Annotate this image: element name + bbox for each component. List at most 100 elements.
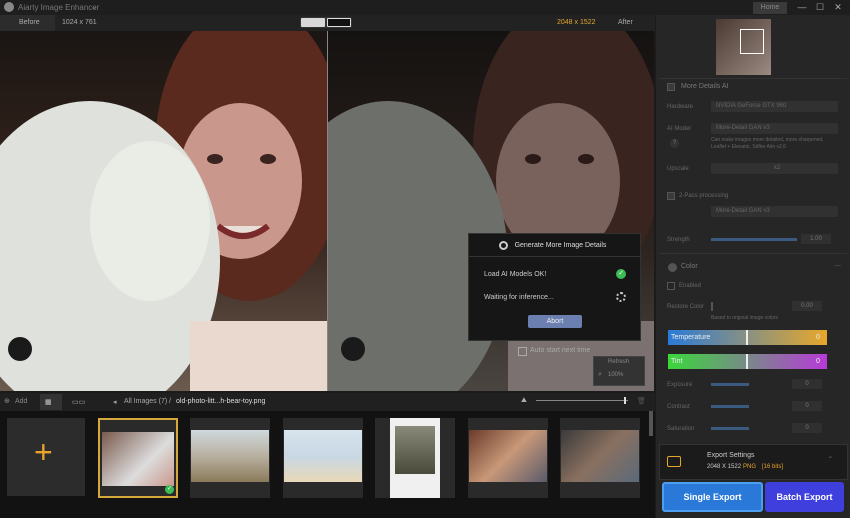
thumbnail-4[interactable]: [375, 418, 455, 498]
zoom-controls: Refresh ⌕ 100%: [593, 356, 645, 386]
export-settings-icon: [667, 456, 681, 467]
slider-handle[interactable]: [624, 397, 626, 404]
minimize-button[interactable]: —: [795, 1, 809, 14]
ai-model-select[interactable]: More-Detail GAN v3: [711, 123, 838, 134]
restore-color-value[interactable]: 0.00: [792, 301, 822, 311]
app-logo-icon: [4, 2, 14, 12]
before-label: Before: [19, 19, 40, 26]
export-settings-box[interactable]: Export Settings 2048 X 1522 PNG [16 bits…: [659, 444, 848, 480]
breadcrumb-separator: /: [169, 398, 171, 405]
model-description: Can make images more detailed, more shar…: [711, 137, 824, 150]
add-image-tile[interactable]: +: [7, 418, 85, 496]
color-title: Color: [681, 263, 698, 270]
hardware-select[interactable]: NVIDIA GeForce GTX 960: [711, 101, 838, 112]
tint-value: 0: [816, 358, 820, 365]
restore-color-label: Restore Color: [667, 304, 705, 310]
compare-divider[interactable]: [327, 31, 328, 391]
batch-export-button[interactable]: Batch Export: [765, 482, 844, 512]
check-icon: ✓: [165, 485, 174, 494]
contrast-value[interactable]: 0: [792, 401, 822, 411]
exposure-label: Exposure: [667, 382, 693, 388]
contrast-slider[interactable]: [711, 405, 749, 408]
two-pass-checkbox[interactable]: [667, 192, 675, 200]
two-pass-label: 2-Pass processing: [679, 193, 729, 199]
export-size: 2048 X 1522: [707, 464, 742, 470]
thumbnail-6[interactable]: [560, 418, 640, 498]
dialog-title: Generate More Image Details: [514, 242, 607, 249]
after-size: 2048 x 1522: [557, 19, 596, 26]
exposure-value[interactable]: 0: [792, 379, 822, 389]
chevron-up-icon[interactable]: ⌃: [827, 455, 834, 464]
zoom-level[interactable]: 100%: [608, 372, 623, 378]
temperature-handle[interactable]: [746, 330, 748, 345]
step-load-models: Load AI Models OK!: [484, 271, 547, 278]
view-mode-toggle[interactable]: [300, 17, 352, 28]
export-bits: [16 bits]: [762, 464, 784, 470]
side-by-side-icon[interactable]: [327, 18, 351, 27]
add-button[interactable]: Add: [15, 398, 27, 405]
close-button[interactable]: ✕: [831, 1, 845, 14]
auto-start-label: Auto start next time: [530, 347, 591, 354]
color-enabled-checkbox[interactable]: [667, 282, 675, 290]
export-format: PNG: [743, 464, 757, 470]
contrast-label: Contrast: [667, 404, 690, 410]
more-details-title: More Details AI: [681, 83, 729, 90]
add-icon[interactable]: ⊕: [4, 397, 10, 405]
single-export-button[interactable]: Single Export: [662, 482, 763, 512]
compare-view-icon[interactable]: ▭▭: [72, 398, 85, 406]
refresh-button[interactable]: Refresh: [608, 359, 629, 365]
after-label: After: [618, 19, 633, 26]
auto-start-checkbox[interactable]: [518, 347, 527, 356]
generate-details-dialog: Generate More Image Details Load AI Mode…: [468, 233, 642, 341]
export-settings-label: Export Settings: [707, 452, 755, 459]
thumbnail-5[interactable]: [468, 418, 548, 498]
maximize-button[interactable]: ☐: [813, 1, 827, 14]
step-waiting: Waiting for inference...: [484, 294, 554, 301]
help-icon[interactable]: ?: [670, 139, 679, 148]
panel-divider: [659, 253, 847, 254]
collapse-icon[interactable]: —: [834, 262, 841, 269]
app-title: Aiarty Image Enhancer: [18, 3, 100, 12]
all-images-link[interactable]: All Images (7): [124, 398, 167, 405]
enabled-label: Enabled: [679, 283, 702, 289]
thumbnail-3[interactable]: [283, 418, 363, 498]
saturation-value[interactable]: 0: [792, 423, 822, 433]
filmstrip-toolbar: [0, 393, 655, 411]
chevron-down-icon[interactable]: ⌄: [91, 2, 98, 11]
before-image: [0, 31, 327, 391]
spinner-icon: [616, 292, 626, 302]
abort-button[interactable]: Abort: [528, 315, 582, 328]
restore-color-desc: Based to original image colors: [711, 315, 778, 321]
search-icon: ⌕: [598, 371, 602, 378]
navigator-preview[interactable]: [716, 19, 771, 75]
temperature-value: 0: [816, 334, 820, 341]
image-size-icon: ⛰: [521, 397, 527, 404]
back-arrow-icon[interactable]: ◂: [113, 398, 117, 406]
check-icon: ✓: [616, 269, 626, 279]
tint-label: Tint: [671, 358, 683, 365]
grid-icon: ▦: [45, 399, 52, 406]
ai-model-label: AI Model: [667, 126, 691, 132]
thumbnail-size-slider[interactable]: [536, 400, 628, 401]
upscale-select[interactable]: x2: [711, 163, 838, 174]
title-bar: [0, 0, 850, 15]
filmstrip-scrollbar[interactable]: [649, 411, 653, 436]
before-size: 1024 x 761: [62, 19, 97, 26]
two-pass-select[interactable]: More-Detail GAN v3: [711, 206, 838, 217]
current-file-name: old-photo-litt...h-bear-toy.png: [176, 398, 266, 405]
thumbnail-1[interactable]: ✓: [98, 418, 178, 498]
strength-slider[interactable]: [711, 238, 797, 241]
dialog-divider: [469, 256, 642, 257]
saturation-slider[interactable]: [711, 427, 749, 430]
restore-color-slider[interactable]: [711, 302, 713, 311]
saturation-label: Saturation: [667, 426, 695, 432]
more-details-checkbox[interactable]: [667, 83, 675, 91]
panel-divider: [659, 78, 847, 79]
thumbnail-2[interactable]: [190, 418, 270, 498]
split-view-icon[interactable]: [301, 18, 325, 27]
home-button[interactable]: Home: [753, 2, 787, 14]
trash-icon[interactable]: 🗑: [637, 397, 646, 405]
exposure-slider[interactable]: [711, 383, 749, 386]
strength-value[interactable]: 1.00: [801, 234, 831, 244]
tint-handle[interactable]: [746, 354, 748, 369]
